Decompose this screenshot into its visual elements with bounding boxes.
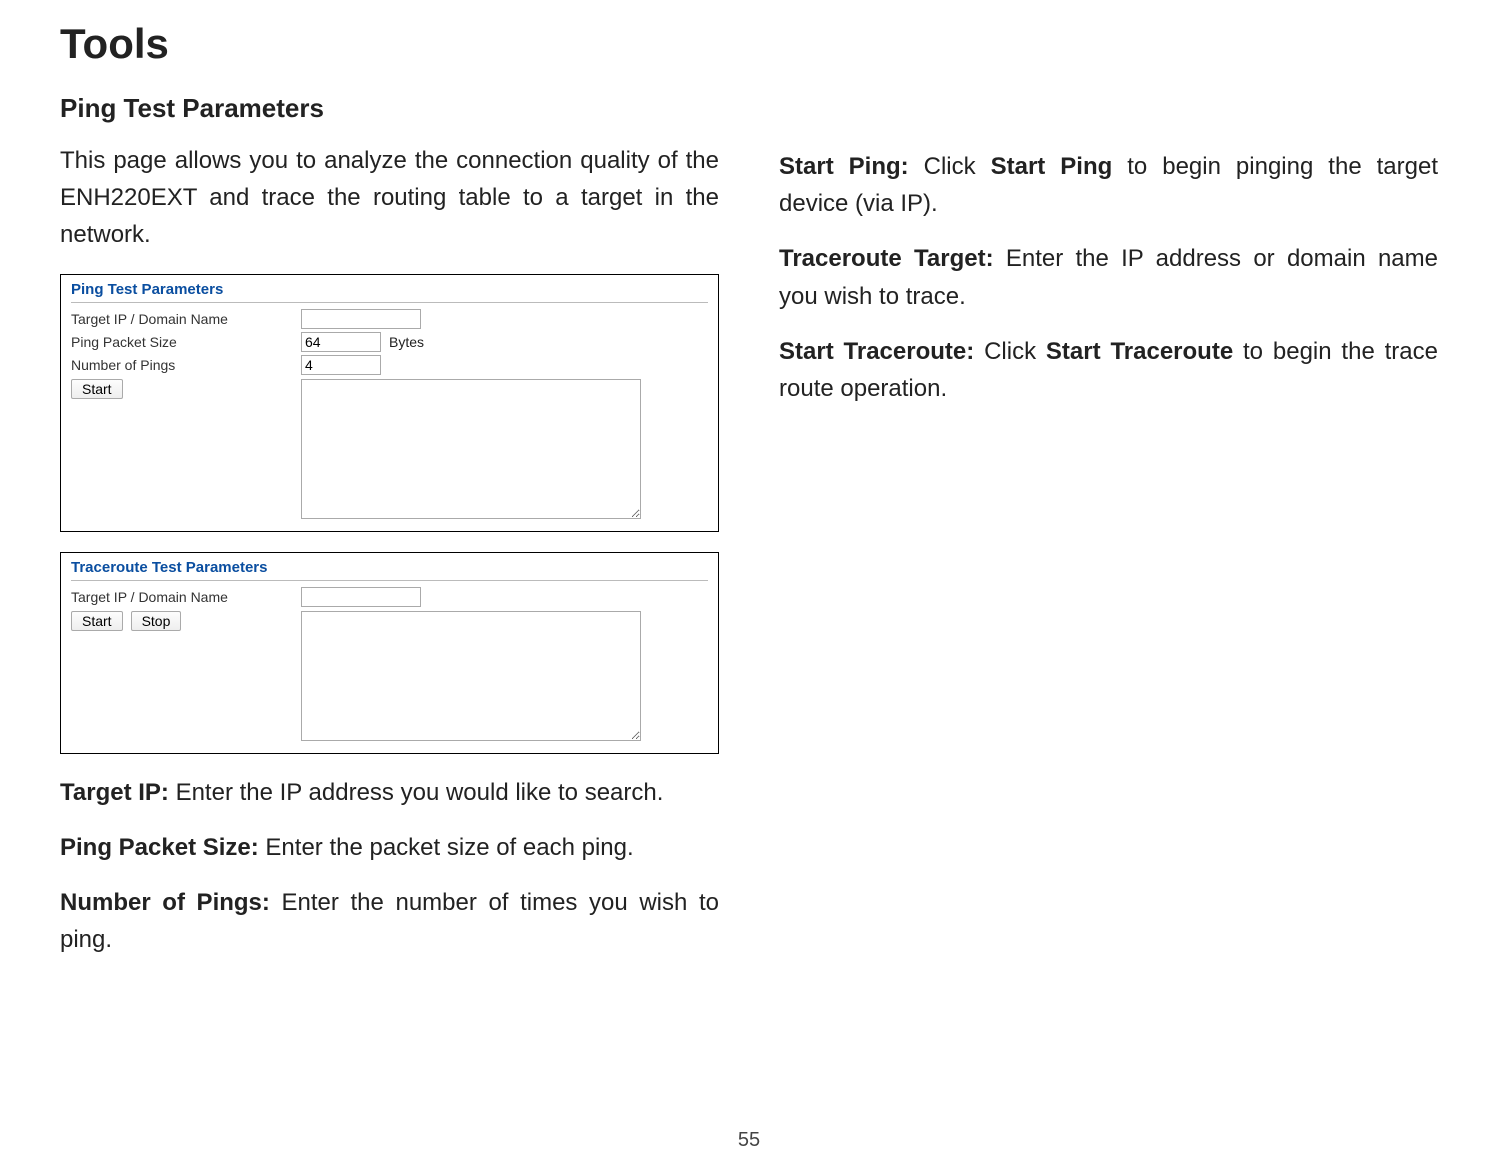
trace-output-textarea[interactable] [301, 611, 641, 741]
def-label: Target IP: [60, 779, 169, 806]
traceroute-panel-title: Traceroute Test Parameters [71, 559, 708, 581]
start-traceroute-def: Start Traceroute: Click Start Traceroute… [779, 333, 1438, 407]
number-of-pings-input[interactable] [301, 355, 381, 375]
number-of-pings-label: Number of Pings [71, 357, 301, 373]
page-number: 55 [0, 1129, 1498, 1152]
target-ip-input[interactable] [301, 309, 421, 329]
def-bold2: Start Traceroute [1046, 338, 1233, 365]
ping-packet-size-def: Ping Packet Size: Enter the packet size … [60, 829, 719, 866]
traceroute-target-def: Traceroute Target: Enter the IP address … [779, 240, 1438, 314]
def-label: Start Traceroute: [779, 338, 974, 365]
ping-output-textarea[interactable] [301, 379, 641, 519]
bytes-unit: Bytes [389, 334, 424, 350]
traceroute-panel: Traceroute Test Parameters Target IP / D… [60, 552, 719, 754]
ping-start-button[interactable]: Start [71, 379, 123, 399]
ping-packet-size-input[interactable] [301, 332, 381, 352]
page-title: Tools [60, 20, 1438, 68]
left-column: Ping Test Parameters This page allows yo… [60, 93, 719, 976]
number-of-pings-def: Number of Pings: Enter the number of tim… [60, 884, 719, 958]
trace-target-ip-label: Target IP / Domain Name [71, 589, 301, 605]
def-label: Traceroute Target: [779, 245, 994, 272]
def-pre: Click [909, 153, 991, 180]
ping-panel-title: Ping Test Parameters [71, 281, 708, 303]
def-label: Start Ping: [779, 153, 909, 180]
right-column: Start Ping: Click Start Ping to begin pi… [779, 93, 1438, 976]
target-ip-label: Target IP / Domain Name [71, 311, 301, 327]
section-subtitle: Ping Test Parameters [60, 93, 719, 124]
def-label: Number of Pings: [60, 889, 270, 916]
def-text: Enter the IP address you would like to s… [169, 779, 664, 806]
def-label: Ping Packet Size: [60, 834, 259, 861]
def-pre: Click [974, 338, 1046, 365]
start-ping-def: Start Ping: Click Start Ping to begin pi… [779, 148, 1438, 222]
ping-test-panel: Ping Test Parameters Target IP / Domain … [60, 274, 719, 532]
def-bold2: Start Ping [991, 153, 1113, 180]
target-ip-def: Target IP: Enter the IP address you woul… [60, 774, 719, 811]
intro-paragraph: This page allows you to analyze the conn… [60, 142, 719, 254]
ping-packet-size-label: Ping Packet Size [71, 334, 301, 350]
def-text: Enter the packet size of each ping. [259, 834, 634, 861]
trace-start-button[interactable]: Start [71, 611, 123, 631]
trace-stop-button[interactable]: Stop [131, 611, 182, 631]
trace-target-ip-input[interactable] [301, 587, 421, 607]
